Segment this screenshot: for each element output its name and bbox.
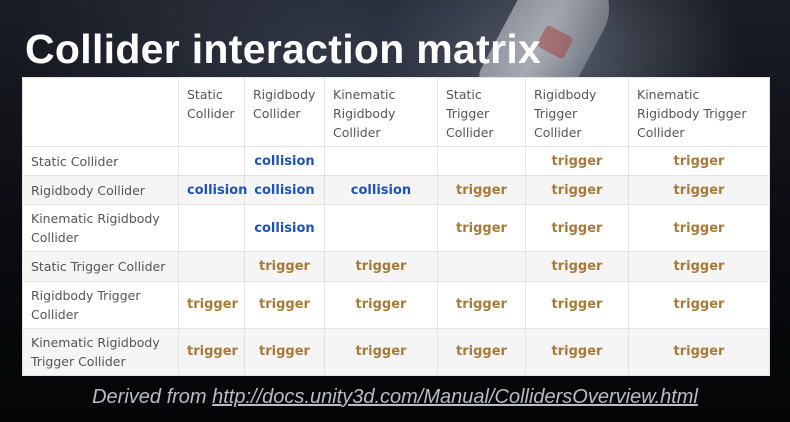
trigger-cell: trigger [525, 145, 629, 177]
table-row: Kinematic Rigidbody Trigger Collider trigg… [22, 327, 770, 377]
trigger-cell: trigger [437, 175, 526, 206]
trigger-cell: trigger [628, 251, 770, 282]
empty-cell [324, 145, 438, 177]
matrix-panel: Static Collider Rigidbody Collider Kinemat… [22, 77, 770, 377]
table-row: Rigidbody Collider collision collision coll… [22, 175, 770, 206]
row-label: Kinematic Rigidbody Collider [22, 204, 179, 253]
column-header: Rigidbody Trigger Collider [525, 77, 629, 147]
collider-matrix-table: Static Collider Rigidbody Collider Kinemat… [22, 77, 770, 377]
trigger-cell: trigger [244, 280, 325, 329]
trigger-cell: trigger [525, 280, 629, 329]
trigger-cell: trigger [437, 204, 526, 253]
footer-prefix: Derived from [92, 386, 213, 408]
trigger-cell: trigger [244, 251, 325, 282]
slide-title: Collider interaction matrix [25, 26, 542, 72]
trigger-cell: trigger [525, 327, 629, 377]
table-row: Static Trigger Collider trigger trigger tri… [22, 251, 770, 282]
column-header: Kinematic Rigidbody Trigger Collider [628, 77, 770, 147]
trigger-cell: trigger [628, 327, 770, 377]
empty-cell [324, 204, 438, 253]
column-header: Static Collider [178, 77, 245, 147]
empty-cell [178, 251, 245, 282]
trigger-cell: trigger [437, 280, 526, 329]
trigger-cell: trigger [178, 280, 245, 329]
header-row: Static Collider Rigidbody Collider Kinemat… [22, 77, 770, 147]
empty-cell [437, 145, 526, 177]
collision-cell: collision [244, 175, 325, 206]
row-label: Rigidbody Collider [22, 175, 179, 206]
matrix-body: Static Collider collision trigger trigger Ri… [22, 145, 770, 377]
trigger-cell: trigger [437, 327, 526, 377]
table-row: Kinematic Rigidbody Collider collision trig… [22, 204, 770, 253]
trigger-cell: trigger [324, 327, 438, 377]
collision-cell: collision [324, 175, 438, 206]
trigger-cell: trigger [525, 204, 629, 253]
row-label: Rigidbody Trigger Collider [22, 280, 179, 329]
trigger-cell: trigger [324, 280, 438, 329]
collision-cell: collision [244, 204, 325, 253]
row-label: Static Trigger Collider [22, 251, 179, 282]
collision-cell: collision [244, 145, 325, 177]
source-link[interactable]: http://docs.unity3d.com/Manual/Colliders… [212, 386, 698, 408]
empty-cell [178, 145, 245, 177]
column-header: Rigidbody Collider [244, 77, 325, 147]
column-header: Kinematic Rigidbody Collider [324, 77, 438, 147]
trigger-cell: trigger [628, 145, 770, 177]
column-header: Static Trigger Collider [437, 77, 526, 147]
empty-cell [178, 204, 245, 253]
empty-cell [437, 251, 526, 282]
trigger-cell: trigger [244, 327, 325, 377]
trigger-cell: trigger [628, 175, 770, 206]
table-row: Rigidbody Trigger Collider trigger trigger t… [22, 280, 770, 329]
trigger-cell: trigger [628, 280, 770, 329]
source-footer: Derived from http://docs.unity3d.com/Man… [0, 386, 790, 409]
table-row: Static Collider collision trigger trigger [22, 145, 770, 177]
trigger-cell: trigger [525, 251, 629, 282]
trigger-cell: trigger [628, 204, 770, 253]
trigger-cell: trigger [324, 251, 438, 282]
row-label: Kinematic Rigidbody Trigger Collider [22, 327, 179, 377]
trigger-cell: trigger [178, 327, 245, 377]
column-header [22, 77, 179, 147]
row-label: Static Collider [22, 145, 179, 177]
trigger-cell: trigger [525, 175, 629, 206]
collision-cell: collision [178, 175, 247, 206]
